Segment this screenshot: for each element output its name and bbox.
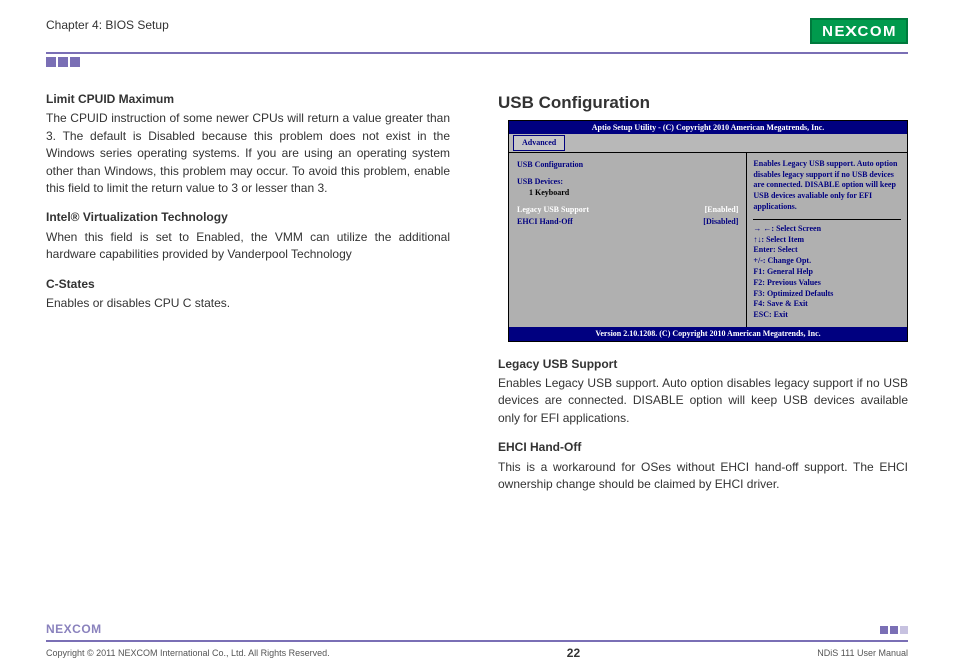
bios-key-4: +/-: Change Opt. [753, 256, 901, 267]
bios-section-label: USB Configuration [517, 159, 738, 170]
bios-key-2: ↑↓: Select Item [753, 235, 901, 246]
page-header: Chapter 4: BIOS Setup NEXCOM [46, 18, 908, 50]
bios-screenshot: Aptio Setup Utility - (C) Copyright 2010… [508, 120, 908, 342]
bios-devices-value: 1 Keyboard [517, 187, 738, 198]
bios-key-7: F3: Optimized Defaults [753, 289, 901, 300]
content-area: Limit CPUID Maximum The CPUID instructio… [46, 91, 908, 505]
bios-key-3: Enter: Select [753, 245, 901, 256]
bios-tabbar: Advanced [509, 134, 907, 152]
limit-cpuid-body: The CPUID instruction of some newer CPUs… [46, 110, 450, 197]
footer-squares [880, 626, 908, 634]
bios-legacy-label: Legacy USB Support [517, 204, 589, 215]
footer-rule [46, 640, 908, 642]
page-number: 22 [567, 646, 580, 660]
footer-copyright: Copyright © 2011 NEXCOM International Co… [46, 648, 330, 658]
bios-key-9: ESC: Exit [753, 310, 901, 321]
chapter-label: Chapter 4: BIOS Setup [46, 18, 169, 32]
bios-key-8: F4: Save & Exit [753, 299, 901, 310]
cstates-heading: C-States [46, 276, 450, 293]
bios-key-help: → ←: Select Screen ↑↓: Select Item Enter… [753, 219, 901, 321]
bios-help-text: Enables Legacy USB support. Auto option … [753, 159, 901, 213]
right-column: USB Configuration Aptio Setup Utility - … [498, 91, 908, 505]
bios-ehci-label: EHCI Hand-Off [517, 216, 573, 227]
bios-key-5: F1: General Help [753, 267, 901, 278]
bios-footer: Version 2.10.1208. (C) Copyright 2010 Am… [509, 327, 907, 341]
footer-row: Copyright © 2011 NEXCOM International Co… [46, 646, 908, 660]
footer-doc: NDiS 111 User Manual [817, 648, 908, 658]
legacy-usb-body: Enables Legacy USB support. Auto option … [498, 375, 908, 427]
ehci-heading: EHCI Hand-Off [498, 439, 908, 456]
ehci-body: This is a workaround for OSes without EH… [498, 459, 908, 494]
bios-devices-label: USB Devices: [517, 176, 738, 187]
footer-logo: NEXCOM [46, 622, 102, 636]
cstates-body: Enables or disables CPU C states. [46, 295, 450, 312]
bios-row-legacy: Legacy USB Support [Enabled] [517, 204, 738, 215]
bios-key-1: → ←: Select Screen [753, 224, 901, 235]
bios-titlebar: Aptio Setup Utility - (C) Copyright 2010… [509, 121, 907, 135]
bios-key-6: F2: Previous Values [753, 278, 901, 289]
decor-squares [46, 57, 908, 67]
page-footer: NEXCOM Copyright © 2011 NEXCOM Internati… [46, 640, 908, 660]
left-column: Limit CPUID Maximum The CPUID instructio… [46, 91, 450, 505]
header-rule [46, 52, 908, 54]
bios-ehci-value: [Disabled] [703, 216, 738, 227]
bios-tab-advanced: Advanced [513, 135, 565, 151]
nexcom-logo: NEXCOM [810, 18, 908, 44]
bios-left-pane: USB Configuration USB Devices: 1 Keyboar… [509, 153, 747, 327]
bios-body: USB Configuration USB Devices: 1 Keyboar… [509, 152, 907, 327]
intel-vt-heading: Intel® Virtualization Technology [46, 209, 450, 226]
bios-right-pane: Enables Legacy USB support. Auto option … [747, 153, 907, 327]
limit-cpuid-heading: Limit CPUID Maximum [46, 91, 450, 108]
bios-legacy-value: [Enabled] [705, 204, 739, 215]
usb-config-title: USB Configuration [498, 91, 908, 116]
legacy-usb-heading: Legacy USB Support [498, 356, 908, 373]
intel-vt-body: When this field is set to Enabled, the V… [46, 229, 450, 264]
bios-row-ehci: EHCI Hand-Off [Disabled] [517, 216, 738, 227]
